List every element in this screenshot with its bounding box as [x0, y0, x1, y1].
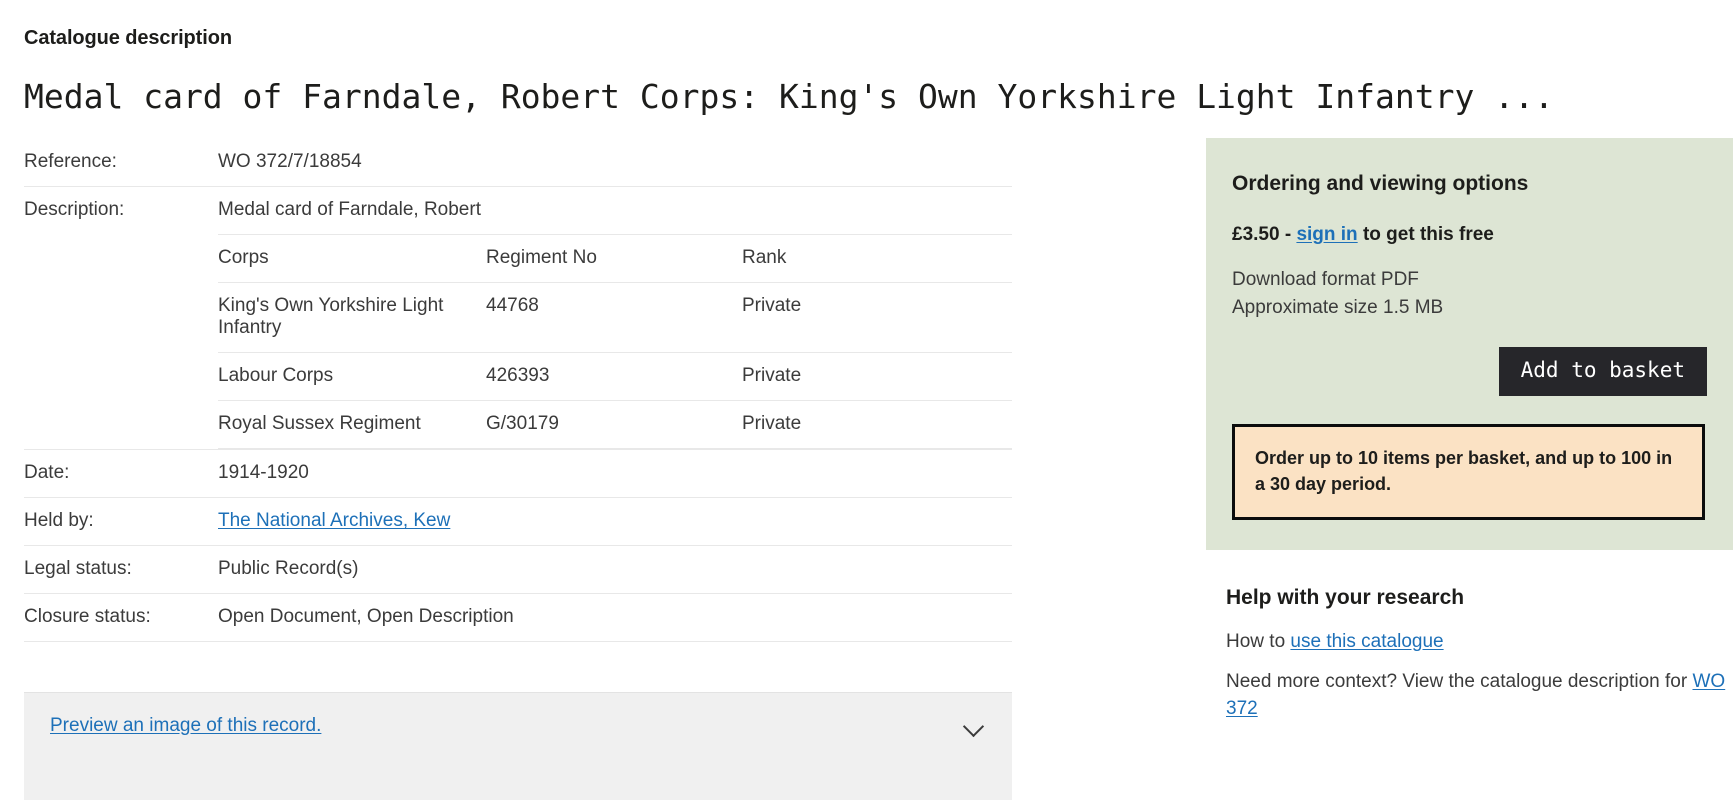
- value-reference: WO 372/7/18854: [218, 151, 362, 173]
- label-legal-status: Legal status:: [24, 558, 132, 580]
- price-line: £3.50 - sign in to get this free: [1232, 224, 1707, 246]
- basket-button-row: Add to basket: [1232, 347, 1707, 397]
- value-date: 1914-1920: [218, 462, 309, 484]
- download-info: Download format PDF Approximate size 1.5…: [1232, 266, 1707, 321]
- help-title: Help with your research: [1226, 586, 1465, 609]
- accordion-header[interactable]: Preview an image of this record.: [50, 715, 986, 737]
- record-details-table: Reference: WO 372/7/18854 Description: M…: [24, 139, 1012, 642]
- value-legal-status: Public Record(s): [218, 558, 359, 580]
- label-reference: Reference:: [24, 151, 117, 173]
- table-row: Reference: WO 372/7/18854: [24, 139, 1012, 187]
- help-line-context: Need more context? View the catalogue de…: [1226, 668, 1733, 723]
- download-format: Download format PDF: [1232, 269, 1419, 290]
- description-summary: Medal card of Farndale, Robert: [218, 187, 1012, 236]
- sign-in-link[interactable]: sign in: [1296, 224, 1357, 245]
- catalogue-description-page: Catalogue description Medal card of Farn…: [0, 0, 1733, 800]
- table-row: Medal card of Farndale, Robert: [218, 187, 1012, 236]
- table-row: Held by: The National Archives, Kew: [24, 498, 1012, 546]
- cell-rank: Private: [742, 282, 1012, 354]
- label-description: Description:: [24, 199, 125, 221]
- table-row: King's Own Yorkshire Light Infantry 4476…: [218, 282, 1012, 354]
- add-to-basket-button[interactable]: Add to basket: [1498, 347, 1707, 397]
- label-closure-status: Closure status:: [24, 606, 151, 628]
- cell-corps: King's Own Yorkshire Light Infantry: [218, 282, 486, 354]
- price-prefix: £3.50 -: [1232, 224, 1297, 245]
- help-line-catalogue: How to use this catalogue: [1226, 628, 1733, 656]
- price-suffix: to get this free: [1357, 224, 1494, 245]
- cell-regiment-no: 44768: [486, 282, 742, 354]
- ordering-and-viewing-options-panel: Ordering and viewing options £3.50 - sig…: [1206, 138, 1733, 551]
- basket-limit-notice: Order up to 10 items per basket, and up …: [1232, 424, 1705, 521]
- column-header-regiment-no: Regiment No: [486, 234, 742, 284]
- table-row: Royal Sussex Regiment G/30179 Private: [218, 400, 1012, 450]
- use-this-catalogue-link[interactable]: use this catalogue: [1290, 631, 1443, 652]
- main-content-column: Catalogue description Medal card of Farn…: [24, 0, 1554, 642]
- page-kicker: Catalogue description: [24, 27, 232, 49]
- panel-title: Ordering and viewing options: [1232, 172, 1529, 195]
- column-header-corps: Corps: [218, 234, 486, 284]
- cell-corps: Royal Sussex Regiment: [218, 400, 486, 450]
- held-by-link[interactable]: The National Archives, Kew: [218, 510, 450, 531]
- corps-table-header-row: Corps Regiment No Rank: [218, 234, 1012, 284]
- chevron-down-icon[interactable]: [964, 719, 986, 733]
- cell-regiment-no: 426393: [486, 352, 742, 402]
- sidebar-column: Ordering and viewing options £3.50 - sig…: [1202, 0, 1733, 800]
- help-with-your-research-section: Help with your research How to use this …: [1226, 586, 1733, 735]
- preview-image-accordion[interactable]: Preview an image of this record.: [24, 692, 1012, 800]
- table-row: Legal status: Public Record(s): [24, 546, 1012, 594]
- column-header-rank: Rank: [742, 234, 1012, 284]
- corps-table: Medal card of Farndale, Robert Corps Reg…: [218, 187, 1012, 450]
- table-row: Date: 1914-1920: [24, 450, 1012, 498]
- help-line1-prefix: How to: [1226, 631, 1291, 652]
- cell-corps: Labour Corps: [218, 352, 486, 402]
- table-row: Description: Medal card of Farndale, Rob…: [24, 187, 1012, 450]
- cell-rank: Private: [742, 400, 1012, 450]
- value-closure-status: Open Document, Open Description: [218, 606, 514, 628]
- table-row: Labour Corps 426393 Private: [218, 352, 1012, 402]
- cell-regiment-no: G/30179: [486, 400, 742, 450]
- approximate-size: Approximate size 1.5 MB: [1232, 296, 1444, 318]
- accordion-label[interactable]: Preview an image of this record.: [50, 715, 321, 737]
- value-held-by: The National Archives, Kew: [218, 498, 1012, 546]
- page-title: Medal card of Farndale, Robert Corps: Ki…: [24, 77, 1554, 116]
- value-description: Medal card of Farndale, Robert Corps Reg…: [218, 187, 1012, 450]
- table-row: Closure status: Open Document, Open Desc…: [24, 594, 1012, 642]
- help-line2-prefix: Need more context? View the catalogue de…: [1226, 670, 1693, 692]
- label-held-by: Held by:: [24, 510, 94, 532]
- label-date: Date:: [24, 462, 70, 484]
- cell-rank: Private: [742, 352, 1012, 402]
